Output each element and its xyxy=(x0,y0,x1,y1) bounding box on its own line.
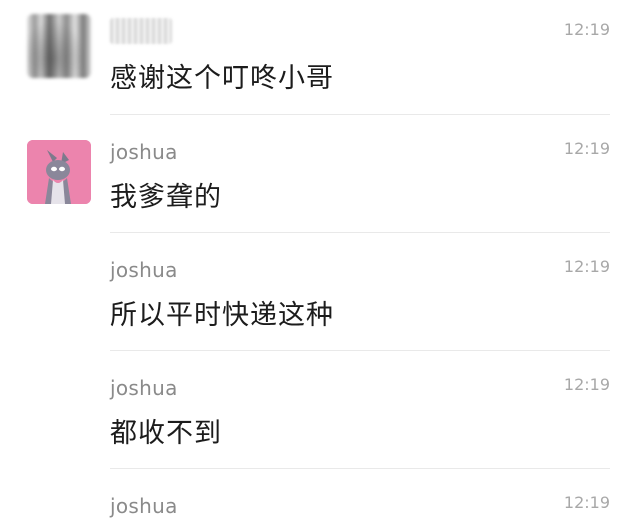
divider xyxy=(110,350,610,351)
divider xyxy=(110,232,610,233)
divider xyxy=(110,468,610,469)
sender-name: joshua xyxy=(110,258,178,282)
message-text: 所以平时快递这种 xyxy=(110,300,334,331)
message-time: 12:19 xyxy=(563,375,610,394)
sender-name: joshua xyxy=(110,140,178,164)
message-text: 感谢这个叮咚小哥 xyxy=(110,63,334,94)
message-time: 12:19 xyxy=(563,493,610,512)
chat-message-list: 12:19 感谢这个叮咚小哥 joshua 12:19 我爹聋的 joshua … xyxy=(0,0,640,532)
sender-name-blurred xyxy=(110,18,172,44)
avatar-cat[interactable] xyxy=(27,140,91,204)
message-time: 12:19 xyxy=(563,139,610,158)
message-time: 12:19 xyxy=(563,257,610,276)
message-time: 12:19 xyxy=(563,20,610,39)
message-text: 我爹聋的 xyxy=(110,182,222,213)
sender-name: joshua xyxy=(110,494,178,518)
cat-cartoon-icon xyxy=(27,140,91,204)
divider xyxy=(110,114,610,115)
message-text: 都收不到 xyxy=(110,418,222,449)
sender-name: joshua xyxy=(110,376,178,400)
avatar-blurred[interactable] xyxy=(27,14,91,78)
